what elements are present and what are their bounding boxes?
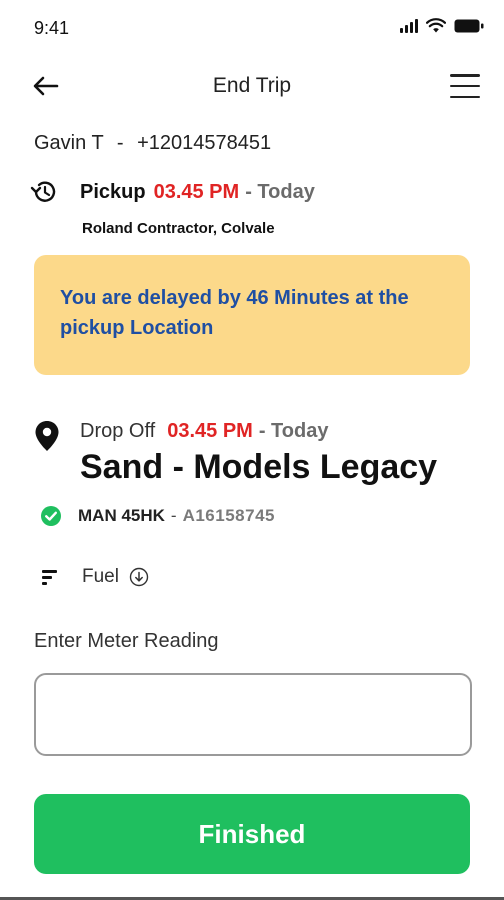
fuel-label: Fuel (82, 566, 119, 587)
app-header: End Trip (0, 62, 504, 110)
dropoff-label: Drop Off (80, 420, 156, 442)
pickup-time: 03.45 PM (153, 180, 240, 203)
meter-reading-input[interactable] (34, 673, 472, 756)
contact-info: Gavin T - +12014578451 (34, 132, 271, 155)
dropoff-time: 03.45 PM (167, 420, 253, 442)
history-clock-icon (30, 181, 56, 202)
status-time: 9:41 (34, 18, 70, 38)
fuel-bars-icon (42, 570, 57, 585)
pickup-row: Pickup 03.45 PM - Today (30, 178, 315, 206)
menu-button[interactable] (448, 72, 482, 100)
hamburger-menu-icon (450, 74, 480, 77)
contact-name: Gavin T (34, 132, 104, 154)
delay-alert: You are delayed by 46 Minutes at the pic… (34, 255, 470, 375)
vehicle-separator: - (170, 506, 177, 525)
fuel-row[interactable]: Fuel (42, 566, 149, 588)
dropoff-line: Drop Off 03.45 PM - Today (80, 420, 328, 443)
delay-message: You are delayed by 46 Minutes at the pic… (60, 287, 409, 339)
contact-phone[interactable]: +12014578451 (137, 132, 271, 154)
contact-separator: - (116, 132, 124, 154)
vehicle-row: MAN 45HK - A16158745 (40, 505, 275, 527)
location-pin-icon (35, 421, 59, 451)
pickup-day: - Today (245, 180, 315, 203)
wifi-icon (426, 18, 446, 33)
fuel-dropdown-button[interactable] (129, 567, 149, 587)
vehicle-id: A16158745 (182, 506, 275, 525)
finished-button[interactable]: Finished (34, 794, 470, 874)
check-circle-icon (41, 506, 61, 526)
pickup-label: Pickup (80, 180, 146, 203)
chevron-down-circle-icon (129, 567, 149, 587)
page-title: End Trip (212, 74, 292, 97)
battery-icon (454, 19, 484, 32)
meter-reading-label: Enter Meter Reading (34, 630, 219, 652)
status-bar: 9:41 (0, 0, 504, 58)
dropoff-destination: Sand - Models Legacy (80, 448, 438, 486)
signal-icon (400, 18, 418, 33)
dropoff-day: - Today (258, 420, 329, 442)
pickup-address: Roland Contractor, Colvale (82, 220, 275, 237)
status-icons (400, 18, 484, 33)
vehicle-plate: MAN 45HK (78, 506, 165, 525)
